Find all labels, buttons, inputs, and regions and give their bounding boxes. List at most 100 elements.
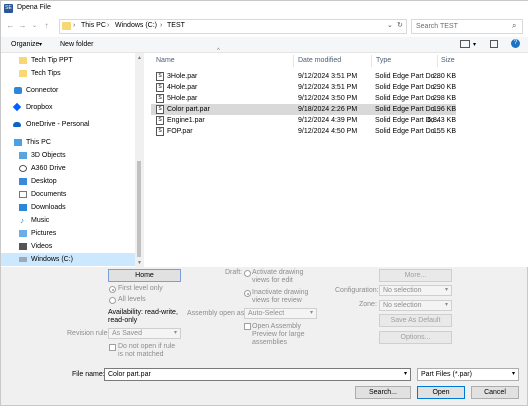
sidebar-item-videos[interactable]: Videos (1, 240, 135, 253)
recent-locations-chevron-icon[interactable]: ⌄ (29, 20, 40, 32)
new-folder-button[interactable]: New folder (60, 41, 93, 48)
forward-arrow-icon[interactable]: → (17, 20, 28, 32)
a360-drive-icon (19, 165, 27, 172)
assembly-open-as-select[interactable]: Auto-Select ▾ (244, 308, 317, 319)
onedrive-icon (13, 122, 21, 127)
scrollbar-thumb[interactable] (137, 161, 141, 257)
drive-icon (19, 257, 27, 262)
scroll-up-arrow-icon[interactable]: ▲ (137, 55, 142, 61)
view-chevron-icon[interactable]: ▾ (473, 41, 476, 48)
address-bar[interactable] (59, 19, 407, 34)
videos-icon (19, 243, 27, 250)
file-type-select[interactable]: Part Files (*.par) ▾ (417, 368, 519, 381)
revision-rule-select[interactable]: As Saved ▾ (108, 328, 181, 339)
organize-chevron-icon: ▾ (39, 42, 43, 48)
chevron-down-icon[interactable]: ▾ (404, 370, 407, 377)
all-levels-radio[interactable] (109, 297, 116, 304)
breadcrumb-separator-icon: › (107, 22, 110, 29)
sidebar-item-documents[interactable]: Documents (1, 188, 135, 201)
dropbox-icon (12, 102, 22, 112)
file-name: 5Hole.par (167, 95, 198, 102)
sidebar-item-label: Dropbox (26, 104, 53, 111)
sidebar-item-label: Connector (26, 87, 59, 94)
search-button[interactable]: Search... (355, 386, 411, 399)
sidebar-item-windows-c[interactable]: Windows (C:) (1, 253, 135, 266)
file-date: 9/12/2024 4:39 PM (298, 117, 358, 124)
file-size: 6,843 KB (427, 117, 456, 124)
breadcrumb-windows-c[interactable]: Windows (C:) (115, 22, 157, 29)
assembly-open-as-label: Assembly open as: (187, 310, 247, 317)
inactivate-drawing-radio[interactable] (244, 290, 251, 297)
sidebar-item-tech-tip-ppt[interactable]: Tech Tip PPT (1, 54, 135, 67)
file-name-value: Color part.par (108, 371, 151, 378)
column-divider[interactable] (293, 55, 294, 67)
chevron-down-icon: ▾ (444, 302, 448, 308)
file-name-input[interactable]: Color part.par ▾ (104, 368, 411, 381)
open-file-dialog: SE Dpena File ← → ⌄ ↑ › This PC › Window… (0, 0, 528, 406)
address-dropdown-chevron-icon[interactable]: ⌄ (387, 21, 393, 29)
column-divider[interactable] (371, 55, 372, 67)
scroll-down-arrow-icon[interactable]: ▼ (137, 260, 142, 266)
sidebar-item-label: A360 Drive (31, 165, 66, 172)
refresh-icon[interactable]: ↻ (397, 21, 403, 29)
zone-select[interactable]: No selection ▾ (379, 300, 452, 311)
do-not-open-checkbox[interactable] (109, 344, 116, 351)
chevron-down-icon: ▾ (309, 310, 313, 316)
column-header-size[interactable]: Size (441, 57, 455, 64)
more-button[interactable]: More... (379, 269, 452, 282)
sidebar-item-music[interactable]: ♪ Music (1, 214, 135, 227)
sidebar-item-label: Desktop (31, 178, 57, 185)
all-levels-label: All levels (118, 296, 146, 303)
sidebar-item-desktop[interactable]: Desktop (1, 175, 135, 188)
back-arrow-icon[interactable]: ← (5, 20, 16, 32)
sidebar-item-label: Downloads (31, 204, 66, 211)
file-row[interactable]: S 4Hole.par 9/12/2024 3:51 PM Solid Edge… (151, 82, 456, 93)
view-menu-icon[interactable] (460, 40, 470, 48)
column-divider[interactable] (437, 55, 438, 67)
desktop-icon (19, 178, 27, 185)
zone-value: No selection (383, 302, 422, 309)
preview-pane-icon[interactable] (490, 40, 498, 48)
sidebar-item-3d-objects[interactable]: 3D Objects (1, 149, 135, 162)
sidebar-item-tech-tips[interactable]: Tech Tips (1, 67, 135, 80)
organize-button[interactable]: Organize (11, 41, 39, 48)
configuration-select[interactable]: No selection ▾ (379, 285, 452, 296)
file-row[interactable]: S FOP.par 9/12/2024 4:50 PM Solid Edge P… (151, 126, 456, 137)
column-header-type[interactable]: Type (376, 57, 391, 64)
sidebar-item-label: Documents (31, 191, 67, 198)
file-row[interactable]: S Engine1.par 9/12/2024 4:39 PM Solid Ed… (151, 115, 456, 126)
sidebar-item-label: This PC (26, 139, 51, 146)
sidebar-item-pictures[interactable]: Pictures (1, 227, 135, 240)
breadcrumb-this-pc[interactable]: This PC (81, 22, 106, 29)
home-button[interactable]: Home (108, 269, 181, 282)
sidebar-item-this-pc[interactable]: This PC (1, 136, 135, 149)
help-icon[interactable]: ? (511, 39, 520, 48)
file-name-label: File name: (72, 371, 105, 378)
activate-drawing-radio[interactable] (244, 270, 251, 277)
file-row-selected[interactable]: S Color part.par 9/18/2024 2:26 PM Solid… (151, 104, 456, 115)
sidebar-item-downloads[interactable]: Downloads (1, 201, 135, 214)
column-header-date-modified[interactable]: Date modified (298, 57, 341, 64)
cancel-button[interactable]: Cancel (471, 386, 519, 399)
open-assembly-preview-label: Open Assembly Preview for large assembli… (252, 323, 305, 346)
breadcrumb-separator-icon: › (73, 22, 76, 29)
file-row[interactable]: S 3Hole.par 9/12/2024 3:51 PM Solid Edge… (151, 71, 456, 82)
column-header-name[interactable]: Name (156, 57, 175, 64)
file-size: 280 KB (433, 73, 456, 80)
up-arrow-icon[interactable]: ↑ (41, 20, 52, 32)
sidebar-item-a360-drive[interactable]: A360 Drive (1, 162, 135, 175)
search-input[interactable]: Search TEST (411, 19, 523, 34)
save-as-default-button[interactable]: Save As Default (379, 314, 452, 327)
file-row[interactable]: S 5Hole.par 9/12/2024 3:50 PM Solid Edge… (151, 93, 456, 104)
revision-rule-value: As Saved (112, 330, 142, 337)
sidebar-item-dropbox[interactable]: Dropbox (1, 101, 135, 114)
open-assembly-preview-checkbox[interactable] (244, 323, 251, 330)
file-date: 9/18/2024 2:26 PM (298, 106, 358, 113)
solid-edge-app-icon: SE (4, 4, 13, 13)
breadcrumb-test[interactable]: TEST (167, 22, 185, 29)
open-button[interactable]: Open (417, 386, 465, 399)
sidebar-item-connector[interactable]: Connector (1, 84, 135, 97)
first-level-only-radio[interactable] (109, 286, 116, 293)
options-button[interactable]: Options... (379, 331, 452, 344)
sidebar-item-onedrive[interactable]: OneDrive - Personal (1, 118, 135, 131)
